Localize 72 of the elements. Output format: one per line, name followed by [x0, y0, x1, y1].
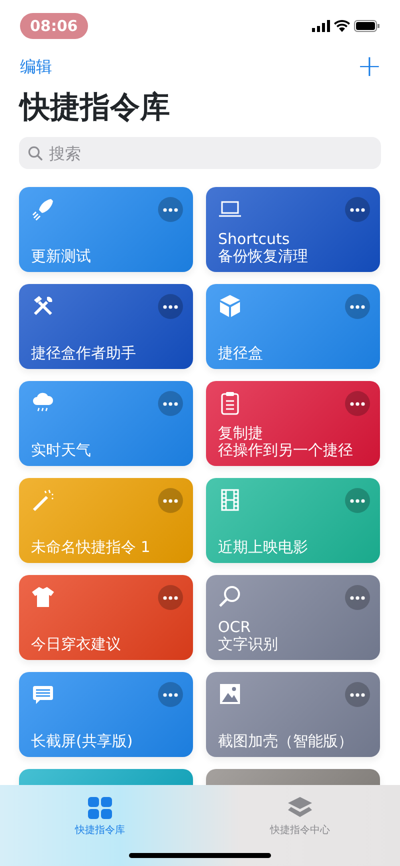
page-title: 快捷指令库 [20, 89, 171, 127]
tab-item[interactable]: 快捷指令库 [0, 785, 200, 866]
card-title: 径操作到另一个捷径 [218, 442, 353, 458]
clock-time: 08:06 [20, 12, 88, 40]
shortcut-card[interactable]: OCR 文字识别 [206, 575, 380, 660]
card-title: 长截屏(共享版) [31, 732, 133, 749]
cube-icon [218, 294, 242, 318]
ellipsis-icon [163, 304, 178, 308]
search-icon [218, 584, 242, 609]
card-title: 未命名快捷指令 1 [31, 538, 150, 555]
shortcut-card[interactable]: 今日穿衣建议 [19, 575, 193, 660]
shortcut-card[interactable]: 未命名快捷指令 1 [19, 478, 193, 563]
card-title: 近期上映电影 [218, 538, 308, 555]
tools-icon [31, 294, 55, 318]
more-button[interactable] [345, 294, 370, 319]
card-title: 捷径盒作者助手 [31, 344, 136, 361]
search-field[interactable]: 搜索 [19, 137, 381, 169]
more-button[interactable] [158, 197, 183, 222]
card-title: 实时天气 [31, 442, 91, 458]
more-button[interactable] [345, 488, 370, 513]
card-title: 今日穿衣建议 [31, 636, 121, 652]
battery-icon [354, 20, 380, 32]
clipboard-icon [218, 390, 242, 415]
more-button[interactable] [158, 682, 183, 707]
t-shirt-icon [31, 584, 55, 609]
shortcut-card[interactable]: 近期上映电影 [206, 478, 380, 563]
ellipsis-icon [350, 402, 365, 406]
ellipsis-icon [163, 208, 178, 212]
more-button[interactable] [158, 391, 183, 416]
shortcut-card[interactable]: Shortcuts 备份恢复清理 [206, 187, 380, 272]
more-button[interactable] [345, 391, 370, 416]
signal-icon [312, 20, 330, 32]
film-icon [218, 488, 242, 512]
ellipsis-icon [163, 498, 178, 502]
more-button[interactable] [158, 294, 183, 319]
more-button[interactable] [158, 585, 183, 610]
more-button[interactable] [345, 682, 370, 707]
search-icon [28, 146, 43, 161]
ellipsis-icon [163, 596, 178, 600]
ellipsis-icon [163, 402, 178, 406]
rocket-icon [31, 196, 55, 221]
tab-item[interactable]: 快捷指令中心 [200, 785, 400, 866]
magic-wand-icon [31, 488, 55, 512]
card-title: 捷径盒 [218, 344, 263, 361]
card-title: 备份恢复清理 [218, 248, 308, 264]
card-title: Shortcuts [218, 231, 290, 248]
shortcut-card[interactable]: 捷径盒 [206, 284, 380, 369]
more-button[interactable] [345, 585, 370, 610]
grid-icon [88, 797, 112, 819]
image-icon [218, 682, 242, 706]
add-button[interactable]: + [356, 52, 382, 82]
ellipsis-icon [350, 304, 365, 308]
card-title: 复制捷 [218, 425, 263, 442]
shortcut-card[interactable]: 实时天气 [19, 381, 193, 466]
shortcut-card[interactable]: 捷径盒作者助手 [19, 284, 193, 369]
more-button[interactable] [345, 197, 370, 222]
ellipsis-icon [163, 692, 178, 696]
ellipsis-icon [350, 208, 365, 212]
card-title: 截图加壳（智能版） [218, 732, 353, 749]
shortcut-card[interactable]: 截图加壳（智能版） [206, 672, 380, 757]
wifi-icon [334, 20, 350, 32]
shortcut-card[interactable]: 复制捷 径操作到另一个捷径 [206, 381, 380, 466]
layers-icon [288, 797, 312, 819]
shortcut-card[interactable]: 长截屏(共享版) [19, 672, 193, 757]
ellipsis-icon [350, 596, 365, 600]
shortcut-card[interactable]: 更新测试 [19, 187, 193, 272]
edit-link[interactable]: 编辑 [20, 55, 52, 79]
ellipsis-icon [350, 498, 365, 502]
card-title: 更新测试 [31, 248, 91, 264]
ellipsis-icon [350, 692, 365, 696]
card-title: 文字识别 [218, 636, 278, 652]
card-title: OCR [218, 619, 251, 636]
